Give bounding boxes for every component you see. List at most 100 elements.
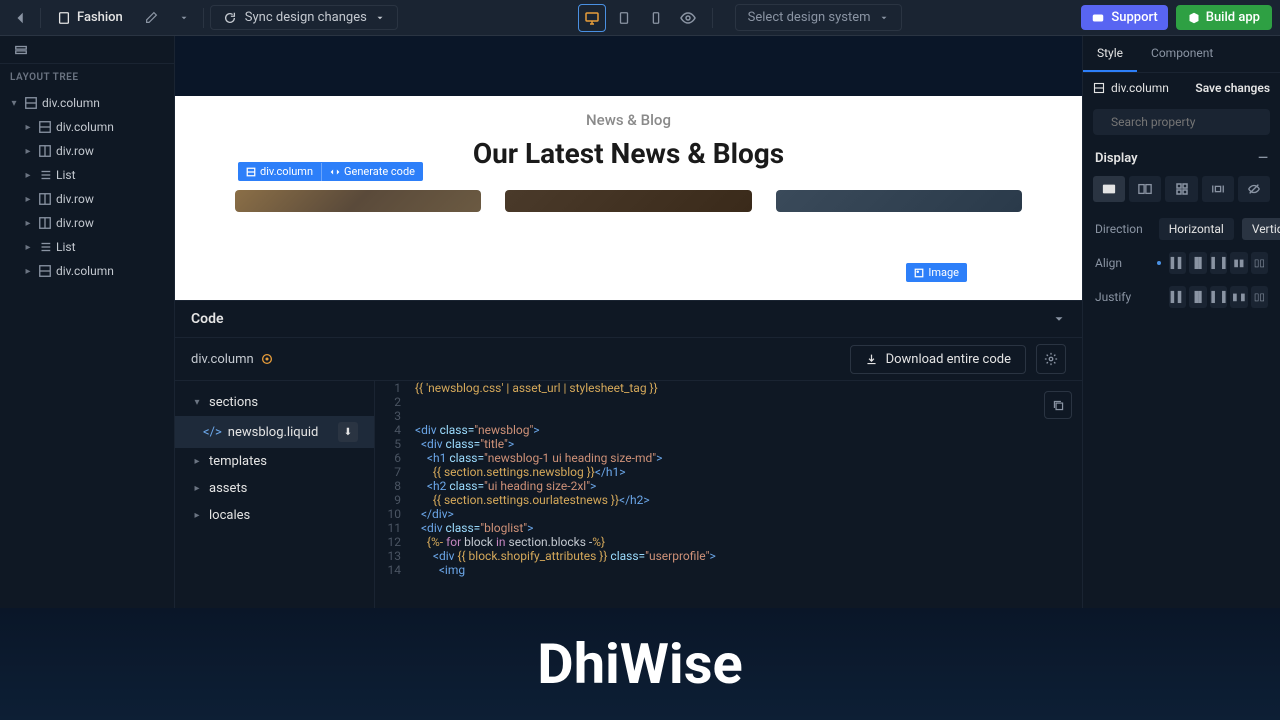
display-section-header[interactable]: Display — [1083, 141, 1280, 176]
top-toolbar: Fashion Sync design changes Select desig… [0, 0, 1280, 36]
tree-label: div.column [56, 120, 114, 134]
expand-icon[interactable]: ▸ [22, 121, 34, 133]
back-button[interactable] [8, 5, 34, 31]
folder-assets[interactable]: ▸assets [175, 475, 374, 502]
edit-button[interactable] [139, 5, 165, 31]
selection-breadcrumb-row: div.column Save changes [1083, 73, 1280, 103]
tab-component[interactable]: Component [1137, 36, 1227, 72]
expand-icon[interactable]: ▸ [22, 193, 34, 205]
tree-item[interactable]: ▾ div.column [0, 91, 174, 115]
divider [203, 8, 204, 28]
sync-button[interactable]: Sync design changes [210, 5, 398, 30]
expand-icon[interactable]: ▸ [22, 145, 34, 157]
folder-sections[interactable]: ▾sections [175, 389, 374, 416]
display-grid-icon[interactable] [1165, 176, 1197, 202]
file-label: newsblog.liquid [228, 425, 319, 440]
column-icon [1093, 82, 1105, 94]
expand-icon[interactable]: ▾ [8, 97, 20, 109]
display-none-icon[interactable] [1238, 176, 1270, 202]
canvas-viewport[interactable]: div.column Generate code Image 👆 News & … [175, 36, 1082, 300]
file-tab[interactable]: Fashion [47, 6, 133, 29]
support-label: Support [1111, 10, 1157, 25]
search-input[interactable] [1111, 115, 1267, 129]
tree-item[interactable]: ▸div.row [0, 139, 174, 163]
dropdown-icon[interactable] [171, 5, 197, 31]
display-block-icon[interactable] [1093, 176, 1125, 202]
download-file-icon[interactable]: ⬇ [338, 422, 358, 442]
justify-start-icon[interactable]: ▌▌ [1169, 286, 1186, 308]
display-inline-icon[interactable] [1202, 176, 1234, 202]
justify-center-icon[interactable]: ▐▌ [1189, 286, 1206, 308]
design-system-placeholder: Select design system [748, 10, 871, 25]
folder-templates[interactable]: ▸templates [175, 448, 374, 475]
align-center-icon[interactable]: ▐▌ [1189, 252, 1206, 274]
tree-item[interactable]: ▸ div.column [0, 259, 174, 283]
collapse-icon[interactable] [1052, 312, 1066, 326]
tab-style[interactable]: Style [1083, 36, 1137, 72]
copy-button[interactable] [1044, 391, 1072, 419]
design-system-select[interactable]: Select design system [735, 4, 902, 31]
folder-label: templates [209, 454, 267, 469]
build-app-button[interactable]: Build app [1176, 5, 1272, 30]
breadcrumb-label: div.column [191, 352, 254, 367]
align-stretch-icon[interactable]: ▮▮ [1230, 252, 1247, 274]
expand-icon[interactable]: ▸ [22, 241, 34, 253]
chevron-down-icon [879, 13, 889, 23]
column-icon [246, 167, 256, 177]
expand-icon[interactable]: ▸ [22, 169, 34, 181]
align-baseline-icon[interactable]: ▯▯ [1251, 252, 1268, 274]
horizontal-button[interactable]: Horizontal [1159, 218, 1234, 240]
preview-button[interactable] [674, 4, 702, 32]
folder-label: locales [209, 508, 250, 523]
row-icon [38, 216, 52, 230]
justify-label: Justify [1095, 290, 1149, 304]
justify-around-icon[interactable]: ▯▯ [1251, 286, 1268, 308]
expand-icon[interactable]: ▸ [22, 265, 34, 277]
column-icon [24, 96, 38, 110]
code-title: Code [191, 311, 224, 327]
blog-card-image [776, 190, 1022, 212]
toolbar-left: Fashion Sync design changes [8, 5, 398, 31]
search-property[interactable] [1093, 109, 1270, 135]
tablet-device-button[interactable] [610, 4, 638, 32]
tree-label: div.column [56, 264, 114, 278]
align-label: Align [1095, 256, 1149, 270]
download-icon [865, 353, 878, 366]
save-changes-button[interactable]: Save changes [1195, 81, 1270, 95]
layers-icon[interactable] [8, 37, 34, 63]
vertical-button[interactable]: Vertical [1242, 218, 1280, 240]
desktop-device-button[interactable] [578, 4, 606, 32]
tree-label: div.column [42, 96, 100, 110]
collapse-icon[interactable]: — [1258, 151, 1268, 166]
tree-item[interactable]: ▸div.row [0, 211, 174, 235]
blog-card-image [505, 190, 751, 212]
tree-item[interactable]: ▸List [0, 163, 174, 187]
justify-row: Justify ▌▌ ▐▌ ▌▐ ▮ ▮ ▯▯ [1083, 280, 1280, 314]
refresh-icon [223, 11, 237, 25]
justify-end-icon[interactable]: ▌▐ [1210, 286, 1227, 308]
folder-locales[interactable]: ▸locales [175, 502, 374, 529]
file-name: Fashion [77, 10, 123, 25]
tree-item[interactable]: ▸ List [0, 235, 174, 259]
locate-icon[interactable] [260, 352, 274, 366]
download-label: Download entire code [886, 352, 1011, 367]
tree-item[interactable]: ▸div.row [0, 187, 174, 211]
display-flex-icon[interactable] [1129, 176, 1161, 202]
download-code-button[interactable]: Download entire code [850, 345, 1026, 374]
file-newsblog[interactable]: </>newsblog.liquid⬇ [175, 416, 374, 448]
image-chip[interactable]: Image [906, 263, 967, 282]
direction-label: Direction [1095, 222, 1143, 236]
expand-icon[interactable]: ▸ [22, 217, 34, 229]
support-button[interactable]: Support [1081, 5, 1167, 30]
align-start-icon[interactable]: ▌▌ [1169, 252, 1186, 274]
tree-label: List [56, 240, 76, 254]
justify-between-icon[interactable]: ▮ ▮ [1230, 286, 1247, 308]
property-tabs: Style Component [1083, 36, 1280, 73]
code-breadcrumb[interactable]: div.column [191, 352, 274, 367]
mobile-device-button[interactable] [642, 4, 670, 32]
tree-item[interactable]: ▸ div.column [0, 115, 174, 139]
settings-button[interactable] [1036, 344, 1066, 374]
selection-chip[interactable]: div.column Generate code [238, 162, 423, 181]
code-icon [330, 167, 340, 177]
align-end-icon[interactable]: ▌▐ [1210, 252, 1227, 274]
